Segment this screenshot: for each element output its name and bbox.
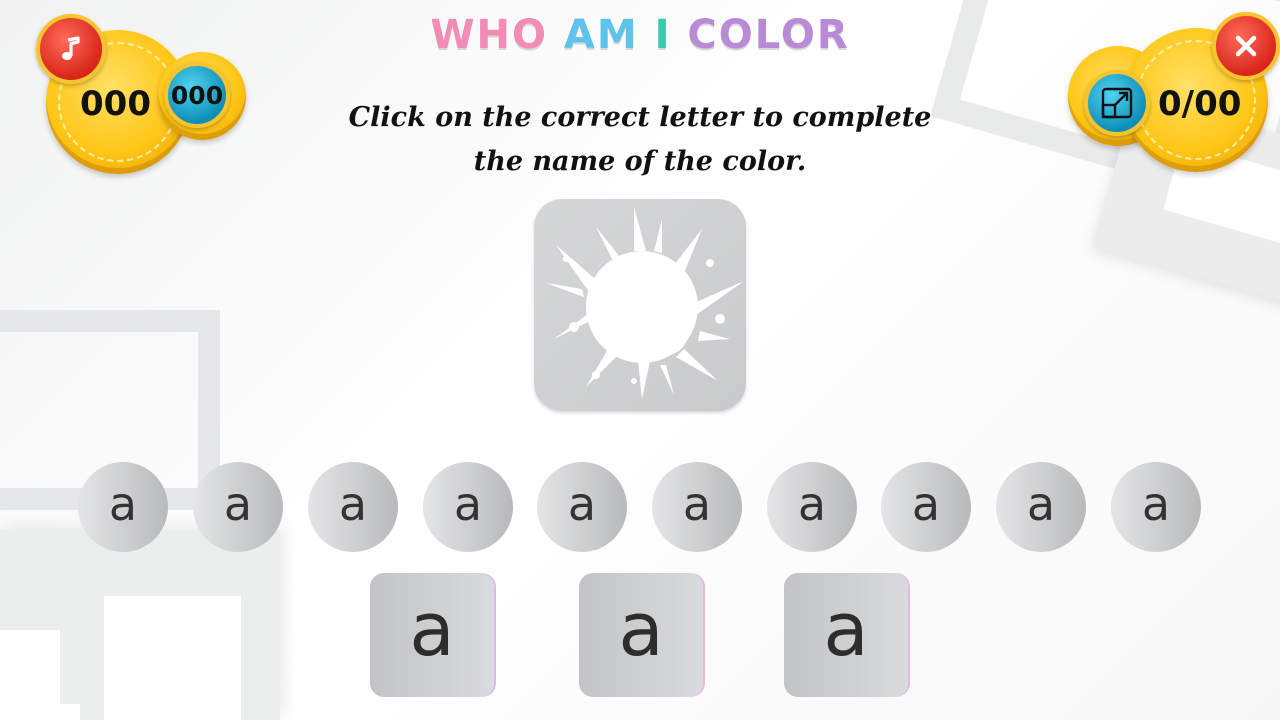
title-word-who: WHO (429, 11, 548, 59)
close-icon (1235, 35, 1257, 57)
letter-choice[interactable]: a (996, 462, 1086, 552)
close-button[interactable] (1212, 12, 1280, 80)
music-button[interactable] (36, 14, 106, 84)
letter-choice[interactable]: a (767, 462, 857, 552)
progress-value: 0/00 (1158, 84, 1242, 124)
letter-choice[interactable]: a (308, 462, 398, 552)
background-paper-white (104, 596, 241, 720)
answer-slot[interactable]: a (784, 573, 908, 697)
answer-slot[interactable]: a (579, 573, 703, 697)
music-note-icon (62, 36, 80, 60)
paint-splash-icon (546, 207, 744, 399)
bonus-counter: 000 (164, 62, 230, 128)
letter-choice[interactable]: a (881, 462, 971, 552)
letter-choice[interactable]: a (652, 462, 742, 552)
game-title: WHO AM I COLOR (0, 11, 1280, 59)
title-word-i: I (654, 11, 672, 59)
letter-choice[interactable]: a (1111, 462, 1201, 552)
fullscreen-button[interactable] (1084, 70, 1150, 136)
answer-slot[interactable]: a (370, 573, 494, 697)
fullscreen-icon (1101, 87, 1133, 119)
letter-choice[interactable]: a (537, 462, 627, 552)
letter-choice[interactable]: a (193, 462, 283, 552)
title-word-am: AM (563, 11, 639, 59)
bonus-value: 000 (170, 80, 224, 110)
letter-choice[interactable]: a (78, 462, 168, 552)
background-paper-strip (28, 704, 80, 720)
instruction-text: Click on the correct letter to complete … (348, 102, 932, 177)
score-value: 000 (80, 84, 151, 124)
color-card (534, 199, 746, 411)
letter-choice[interactable]: a (423, 462, 513, 552)
title-word-color: COLOR (686, 11, 850, 59)
